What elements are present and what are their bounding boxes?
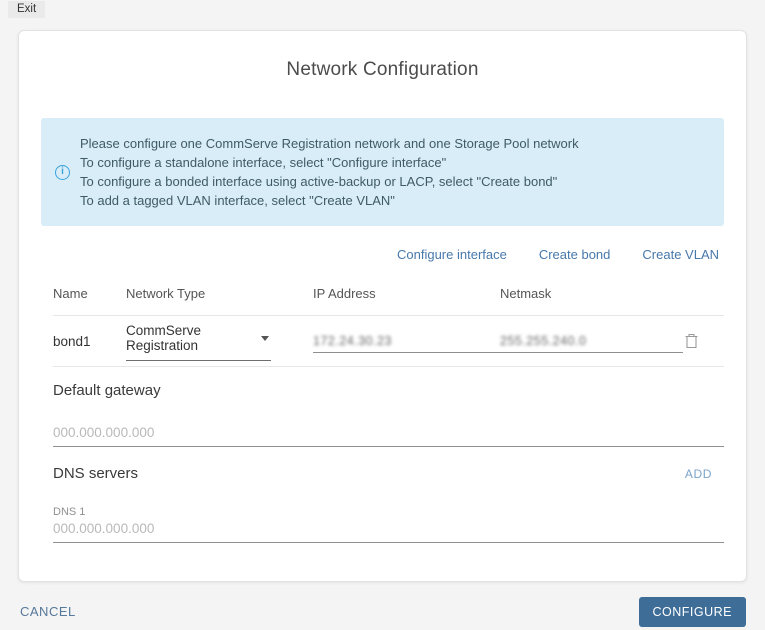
dns-servers-section: DNS servers ADD DNS 1	[53, 465, 724, 543]
ip-address-field-wrap	[313, 332, 500, 353]
dns1-field-wrap	[53, 520, 724, 543]
create-vlan-link[interactable]: Create VLAN	[642, 247, 719, 262]
default-gateway-section: Default gateway	[53, 382, 724, 447]
info-line-4: To add a tagged VLAN interface, select "…	[80, 193, 395, 208]
info-line-1: Please configure one CommServe Registrat…	[80, 136, 579, 151]
header-netmask: Netmask	[500, 286, 552, 301]
row-actions	[683, 333, 724, 349]
table-row: bond1 CommServe Registration	[53, 315, 724, 367]
default-gateway-field-wrap	[53, 424, 724, 447]
create-bond-link[interactable]: Create bond	[539, 247, 611, 262]
dns1-label: DNS 1	[53, 506, 86, 518]
exit-button[interactable]: Exit	[8, 1, 46, 18]
header-ip-address: IP Address	[313, 286, 376, 301]
header-network-type: Network Type	[126, 286, 206, 301]
table-header-row: Name Network Type IP Address Netmask	[53, 286, 724, 315]
cancel-button[interactable]: CANCEL	[20, 604, 76, 619]
netmask-field-wrap	[500, 332, 683, 353]
info-banner-text: Please configure one CommServe Registrat…	[80, 134, 579, 210]
dns1-input[interactable]	[53, 521, 724, 536]
add-dns-button[interactable]: ADD	[685, 467, 712, 481]
netmask-input[interactable]	[500, 334, 683, 348]
netmask-cell	[500, 332, 683, 353]
header-name: Name	[53, 286, 88, 301]
network-type-selected-value: CommServe Registration	[126, 323, 202, 353]
network-configuration-dialog: Network Configuration i Please configure…	[18, 30, 747, 582]
dns-section-header: DNS servers ADD	[53, 465, 724, 482]
interface-actions: Configure interface Create bond Create V…	[41, 247, 719, 262]
info-line-2: To configure a standalone interface, sel…	[80, 155, 447, 170]
dns-servers-label: DNS servers	[53, 465, 139, 482]
info-icon: i	[55, 164, 70, 180]
info-line-3: To configure a bonded interface using ac…	[80, 174, 558, 189]
page-title: Network Configuration	[286, 59, 479, 80]
interfaces-table: Name Network Type IP Address Netmask bon…	[41, 286, 724, 367]
ip-address-input[interactable]	[313, 334, 500, 348]
interface-name: bond1	[53, 333, 91, 349]
configure-interface-link[interactable]: Configure interface	[397, 247, 507, 262]
trash-icon	[685, 333, 698, 349]
network-type-cell: CommServe Registration	[126, 321, 313, 361]
delete-interface-button[interactable]	[685, 333, 698, 349]
network-type-select[interactable]: CommServe Registration	[126, 321, 271, 361]
default-gateway-input[interactable]	[53, 425, 724, 440]
info-banner: i Please configure one CommServe Registr…	[41, 118, 724, 226]
default-gateway-label: Default gateway	[53, 382, 161, 399]
configure-button[interactable]: CONFIGURE	[638, 597, 746, 627]
ip-address-cell	[313, 332, 500, 353]
chevron-down-icon	[261, 335, 269, 341]
